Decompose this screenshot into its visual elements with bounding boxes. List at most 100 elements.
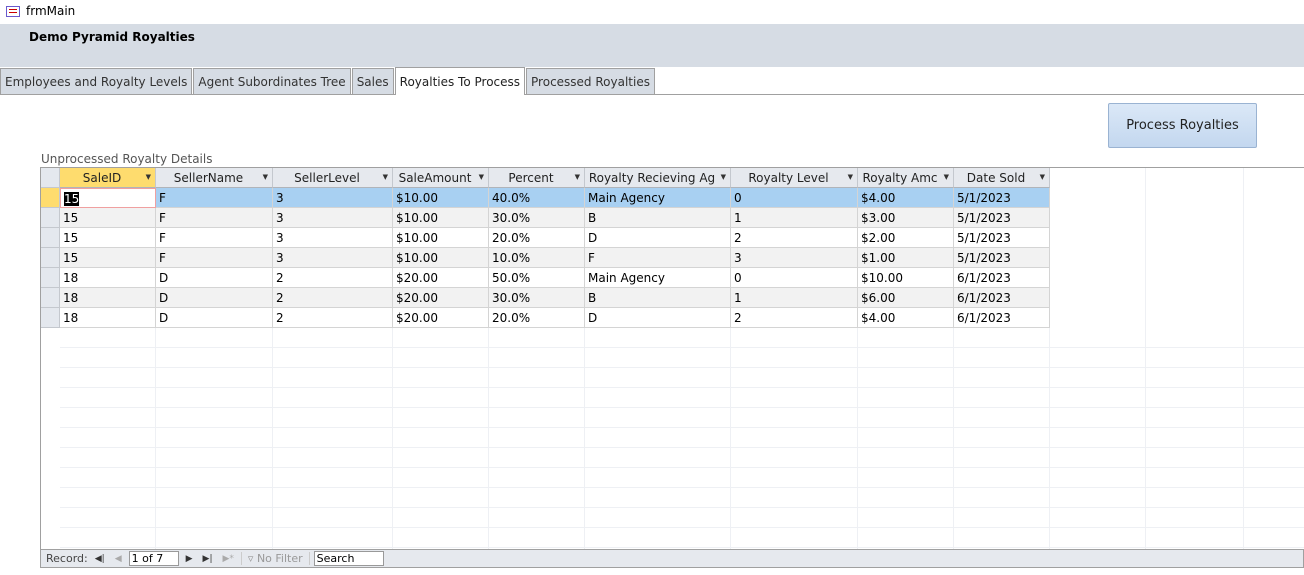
table-cell[interactable]: 10.0% xyxy=(489,248,585,268)
table-cell[interactable]: $20.00 xyxy=(393,308,489,328)
chevron-down-icon[interactable]: ▼ xyxy=(1040,173,1045,181)
table-cell[interactable]: 20.0% xyxy=(489,308,585,328)
table-cell[interactable]: 30.0% xyxy=(489,208,585,228)
last-record-icon[interactable]: ▶| xyxy=(200,554,216,564)
table-row[interactable]: 18 D 2 $20.00 50.0% Main Agency 0 $10.00 6/1/202… xyxy=(41,268,1050,288)
table-cell[interactable]: 40.0% xyxy=(489,188,585,208)
table-cell[interactable]: 1 xyxy=(731,288,858,308)
table-cell[interactable]: $10.00 xyxy=(858,268,954,288)
table-cell[interactable]: B xyxy=(585,208,731,228)
no-filter-button[interactable]: ▿ No Filter xyxy=(240,552,310,565)
table-cell[interactable]: D xyxy=(585,308,731,328)
table-cell[interactable]: $3.00 xyxy=(858,208,954,228)
table-cell[interactable]: 6/1/2023 xyxy=(954,288,1050,308)
table-row[interactable]: 15 F 3 $10.00 40.0% Main Agency 0 $4.00 5/1/2023 xyxy=(41,188,1050,208)
table-cell[interactable]: 18 xyxy=(60,288,156,308)
table-cell[interactable]: 5/1/2023 xyxy=(954,248,1050,268)
table-cell[interactable]: 15 xyxy=(60,188,156,208)
table-row[interactable]: 15 F 3 $10.00 10.0% F 3 $1.00 5/1/2023 xyxy=(41,248,1050,268)
table-cell[interactable]: F xyxy=(156,208,273,228)
table-cell[interactable]: Main Agency xyxy=(585,188,731,208)
table-cell[interactable]: 2 xyxy=(731,308,858,328)
row-selector[interactable] xyxy=(41,228,60,248)
table-cell[interactable]: 50.0% xyxy=(489,268,585,288)
table-cell[interactable]: 18 xyxy=(60,268,156,288)
select-all[interactable] xyxy=(41,168,60,188)
table-cell[interactable]: 15 xyxy=(60,228,156,248)
table-cell[interactable]: 0 xyxy=(731,188,858,208)
table-cell[interactable]: $20.00 xyxy=(393,268,489,288)
table-cell[interactable]: 15 xyxy=(60,248,156,268)
table-cell[interactable]: $6.00 xyxy=(858,288,954,308)
table-cell[interactable]: F xyxy=(156,248,273,268)
table-cell[interactable]: $4.00 xyxy=(858,308,954,328)
table-cell[interactable]: 5/1/2023 xyxy=(954,188,1050,208)
table-row[interactable]: 15 F 3 $10.00 20.0% D 2 $2.00 5/1/2023 xyxy=(41,228,1050,248)
table-row[interactable]: 18 D 2 $20.00 30.0% B 1 $6.00 6/1/2023 xyxy=(41,288,1050,308)
row-selector[interactable] xyxy=(41,288,60,308)
column-header[interactable]: Date Sold ▼ xyxy=(954,168,1050,188)
column-header[interactable]: Royalty Amc ▼ xyxy=(858,168,954,188)
table-cell[interactable]: 3 xyxy=(273,188,393,208)
column-header[interactable]: Royalty Recieving Ag ▼ xyxy=(585,168,731,188)
table-cell[interactable]: F xyxy=(156,188,273,208)
table-cell[interactable]: 1 xyxy=(731,208,858,228)
table-row[interactable]: 18 D 2 $20.00 20.0% D 2 $4.00 6/1/2023 xyxy=(41,308,1050,328)
table-cell[interactable]: D xyxy=(156,288,273,308)
row-selector[interactable] xyxy=(41,308,60,328)
table-cell[interactable]: D xyxy=(156,268,273,288)
row-selector[interactable] xyxy=(41,188,60,208)
table-cell[interactable]: 0 xyxy=(731,268,858,288)
table-cell[interactable]: $10.00 xyxy=(393,188,489,208)
table-cell[interactable]: $4.00 xyxy=(858,188,954,208)
tab-processed-royalties[interactable]: Processed Royalties xyxy=(526,68,655,94)
table-cell[interactable]: 3 xyxy=(273,208,393,228)
table-cell[interactable]: D xyxy=(156,308,273,328)
row-selector[interactable] xyxy=(41,268,60,288)
column-header[interactable]: SaleID ▼ xyxy=(60,168,156,188)
column-header[interactable]: Royalty Level ▼ xyxy=(731,168,858,188)
table-cell[interactable]: 15 xyxy=(60,208,156,228)
table-cell[interactable]: $10.00 xyxy=(393,248,489,268)
table-cell[interactable]: $1.00 xyxy=(858,248,954,268)
chevron-down-icon[interactable]: ▼ xyxy=(721,173,726,181)
table-cell[interactable]: 2 xyxy=(731,228,858,248)
column-header[interactable]: SaleAmount ▼ xyxy=(393,168,489,188)
record-position-input[interactable]: 1 of 7 xyxy=(128,551,179,566)
table-cell[interactable]: 6/1/2023 xyxy=(954,308,1050,328)
table-cell[interactable]: 3 xyxy=(273,228,393,248)
table-cell[interactable]: 3 xyxy=(273,248,393,268)
table-cell[interactable]: D xyxy=(585,228,731,248)
table-cell[interactable]: $10.00 xyxy=(393,208,489,228)
next-record-icon[interactable]: ▶ xyxy=(183,554,196,564)
process-royalties-button[interactable]: Process Royalties xyxy=(1108,103,1257,148)
table-row[interactable]: 15 F 3 $10.00 30.0% B 1 $3.00 5/1/2023 xyxy=(41,208,1050,228)
table-cell[interactable]: 18 xyxy=(60,308,156,328)
chevron-down-icon[interactable]: ▼ xyxy=(848,173,853,181)
table-cell[interactable]: F xyxy=(585,248,731,268)
table-cell[interactable]: $10.00 xyxy=(393,228,489,248)
new-record-icon[interactable]: ▶* xyxy=(220,554,237,564)
table-cell[interactable]: 3 xyxy=(731,248,858,268)
column-header[interactable]: SellerName ▼ xyxy=(156,168,273,188)
search-input[interactable]: Search xyxy=(313,551,384,566)
column-header[interactable]: SellerLevel ▼ xyxy=(273,168,393,188)
table-cell[interactable]: $20.00 xyxy=(393,288,489,308)
table-cell[interactable]: F xyxy=(156,228,273,248)
chevron-down-icon[interactable]: ▼ xyxy=(383,173,388,181)
table-cell[interactable]: Main Agency xyxy=(585,268,731,288)
row-selector[interactable] xyxy=(41,248,60,268)
table-cell[interactable]: 30.0% xyxy=(489,288,585,308)
tab-employees[interactable]: Employees and Royalty Levels xyxy=(0,68,193,94)
table-cell[interactable]: 20.0% xyxy=(489,228,585,248)
table-cell[interactable]: $2.00 xyxy=(858,228,954,248)
table-cell[interactable]: B xyxy=(585,288,731,308)
tab-sales[interactable]: Sales xyxy=(351,68,394,94)
chevron-down-icon[interactable]: ▼ xyxy=(146,173,151,181)
first-record-icon[interactable]: ◀| xyxy=(92,554,108,564)
row-selector[interactable] xyxy=(41,208,60,228)
tab-royalties-to-process[interactable]: Royalties To Process xyxy=(394,67,526,95)
previous-record-icon[interactable]: ◀ xyxy=(112,554,125,564)
chevron-down-icon[interactable]: ▼ xyxy=(263,173,268,181)
table-cell[interactable]: 2 xyxy=(273,268,393,288)
